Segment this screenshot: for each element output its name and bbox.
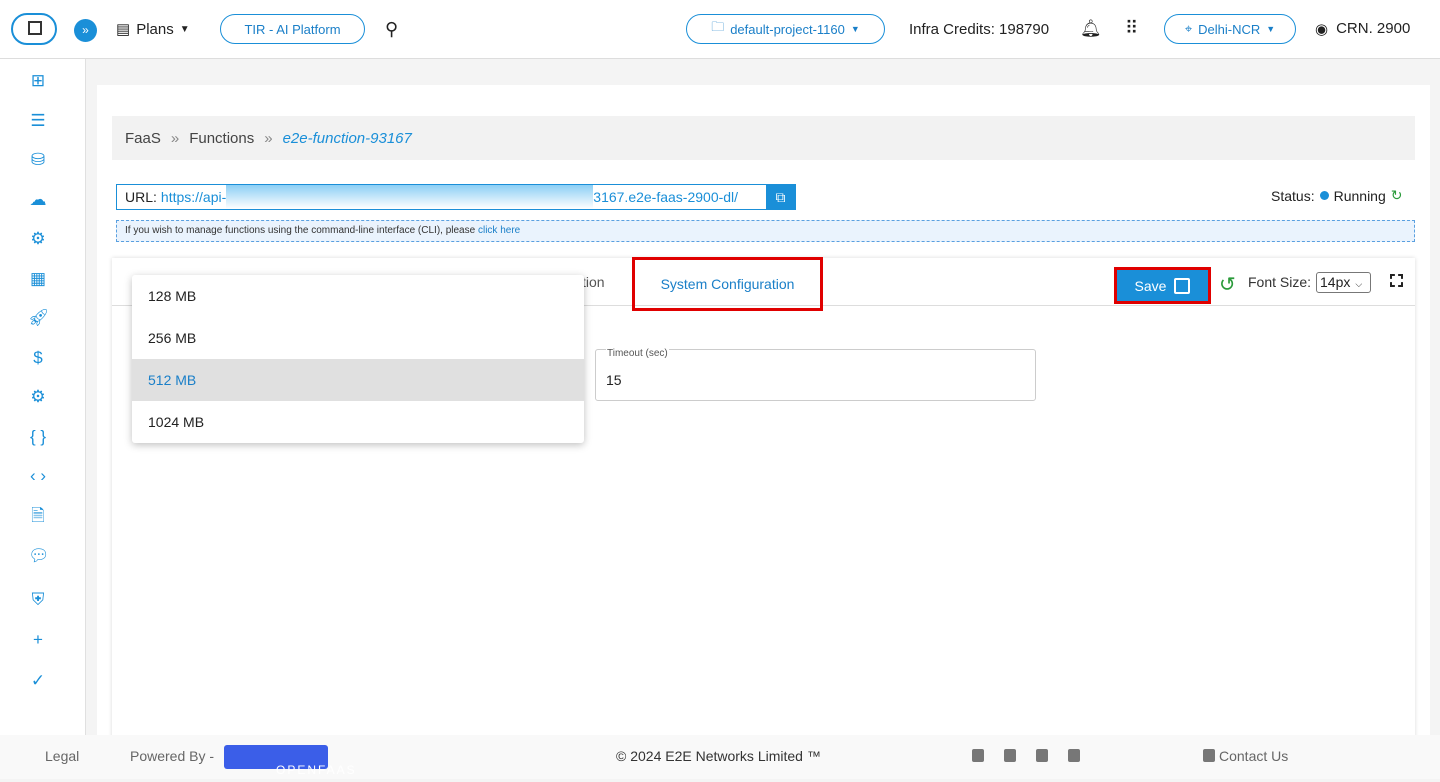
timeout-field[interactable]: Timeout (sec) 15 bbox=[595, 348, 1036, 401]
redacted-url bbox=[226, 185, 594, 209]
tab-system-configuration[interactable]: System Configuration bbox=[632, 257, 823, 311]
breadcrumb: FaaS » Functions » e2e-function-93167 bbox=[112, 116, 1415, 160]
user-circle-icon: ◉ bbox=[1315, 21, 1329, 38]
bell-icon[interactable]: 🔔︎ bbox=[1080, 19, 1102, 39]
linkedin-icon[interactable] bbox=[972, 749, 984, 762]
project-selector[interactable]: 🗀 default-project-1160 ▼ bbox=[686, 14, 885, 44]
tab-partial[interactable]: tion bbox=[582, 274, 605, 290]
memory-option[interactable]: 512 MB bbox=[132, 359, 584, 401]
database-icon[interactable]: ⛁ bbox=[28, 150, 48, 170]
document-icon: ▤ bbox=[116, 21, 131, 38]
braces-icon[interactable]: { } bbox=[28, 427, 48, 447]
fullscreen-icon[interactable] bbox=[1390, 274, 1403, 287]
shield-check-icon[interactable]: ✓ bbox=[28, 671, 48, 691]
chevron-down-icon: ⌵ bbox=[1355, 279, 1363, 289]
dashboard-icon[interactable]: ⊞ bbox=[28, 71, 48, 91]
search-icon[interactable]: ⚲ bbox=[385, 19, 398, 40]
add-user-icon[interactable]: + bbox=[28, 630, 48, 650]
legal-link[interactable]: Legal bbox=[45, 748, 79, 764]
contact-us-link[interactable]: Contact Us bbox=[1219, 748, 1288, 764]
caret-down-icon: ▼ bbox=[850, 24, 860, 34]
folder-icon: 🗀 bbox=[711, 19, 725, 34]
table-icon[interactable]: ▦ bbox=[28, 269, 48, 289]
chat-help-icon[interactable]: 💬︎ bbox=[28, 546, 50, 566]
infra-credits: Infra Credits: 198790 bbox=[909, 21, 1050, 38]
region-selector[interactable]: ⌖ Delhi-NCR ▼ bbox=[1164, 14, 1296, 44]
node-icon[interactable]: ⚙ bbox=[28, 229, 48, 249]
twitter-icon[interactable] bbox=[1036, 749, 1048, 762]
cli-click-here-link[interactable]: click here bbox=[478, 225, 520, 236]
cloud-network-icon[interactable]: ☁ bbox=[28, 190, 48, 210]
function-panel: tion System Configuration Save ↺ Font Si… bbox=[112, 257, 1415, 738]
file-icon[interactable]: 🗎 bbox=[28, 506, 48, 526]
rocket-icon[interactable]: 🚀︎ bbox=[28, 308, 50, 328]
breadcrumb-functions[interactable]: Functions bbox=[189, 130, 254, 147]
caret-down-icon: ▼ bbox=[1266, 24, 1276, 34]
rss-icon[interactable] bbox=[1068, 749, 1080, 762]
openfaas-logo[interactable]: OPENFAAS bbox=[224, 745, 355, 777]
status-dot-icon bbox=[1319, 191, 1329, 200]
save-button[interactable]: Save bbox=[1114, 267, 1211, 304]
font-size-select[interactable]: 14px ⌵ bbox=[1316, 272, 1371, 293]
save-disk-icon bbox=[1174, 277, 1191, 294]
facebook-icon[interactable] bbox=[1004, 749, 1016, 762]
copy-icon[interactable]: ⧉ bbox=[766, 185, 795, 209]
apps-grid-icon[interactable]: ⠿ bbox=[1125, 18, 1138, 39]
top-header: » ▤ Plans ▼ TIR - AI Platform ⚲ 🗀 default-p… bbox=[0, 0, 1440, 59]
refresh-icon[interactable]: ↻ bbox=[1391, 187, 1403, 204]
footer: Legal Powered By - OPENFAAS © 2024 E2E N… bbox=[0, 735, 1440, 779]
function-url: URL: https://api- 3167.e2e-faas-2900-dl/… bbox=[116, 184, 796, 210]
tir-platform-button[interactable]: TIR - AI Platform bbox=[220, 14, 365, 44]
memory-option[interactable]: 1024 MB bbox=[132, 401, 584, 443]
sidebar: ⊞ ☰ ⛁ ☁ ⚙ ▦ 🚀︎ $ ⚙ { } ‹ › 🗎 💬︎ ⛨ + ✓ bbox=[0, 59, 86, 735]
expand-sidebar-button[interactable]: » bbox=[74, 19, 97, 42]
memory-dropdown: 128 MB 256 MB 512 MB 1024 MB bbox=[132, 275, 584, 443]
location-icon: ⌖ bbox=[1184, 21, 1193, 36]
main-content: FaaS » Functions » e2e-function-93167 UR… bbox=[97, 85, 1430, 738]
security-user-icon[interactable]: ⛨ bbox=[28, 590, 48, 610]
plans-menu[interactable]: ▤ Plans ▼ bbox=[116, 20, 190, 39]
memory-option[interactable]: 256 MB bbox=[132, 317, 584, 359]
billing-icon[interactable]: $ bbox=[28, 348, 48, 368]
status: Status: Running ↻ bbox=[1271, 187, 1403, 204]
account-menu[interactable]: ◉ CRN. 2900 bbox=[1315, 20, 1410, 38]
reset-icon[interactable]: ↺ bbox=[1219, 272, 1236, 297]
phone-icon bbox=[1203, 749, 1215, 762]
cli-info-bar: If you wish to manage functions using th… bbox=[116, 220, 1415, 242]
server-icon[interactable]: ☰ bbox=[28, 111, 48, 131]
breadcrumb-faas[interactable]: FaaS bbox=[125, 130, 161, 147]
settings-icon[interactable]: ⚙ bbox=[28, 387, 48, 407]
caret-down-icon: ▼ bbox=[179, 23, 190, 35]
breadcrumb-current: e2e-function-93167 bbox=[282, 129, 412, 147]
memory-option[interactable]: 128 MB bbox=[132, 275, 584, 317]
code-icon[interactable]: ‹ › bbox=[28, 466, 48, 486]
logo[interactable] bbox=[11, 13, 57, 45]
